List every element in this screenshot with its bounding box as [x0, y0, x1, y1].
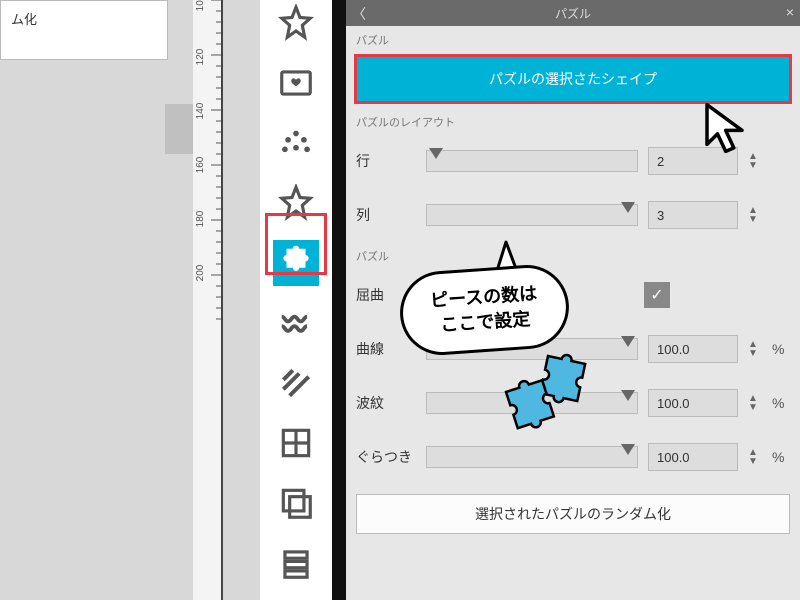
curve-spinner[interactable]: ▲▼ [748, 340, 762, 358]
curve-unit: % [772, 341, 790, 357]
wobble-slider[interactable] [426, 446, 638, 468]
ripple-row: 波紋 100.0 ▲▼ % [346, 376, 800, 430]
vertical-ruler: 100 120 140 160 180 200 [193, 0, 223, 600]
randomize-button-label: 選択されたパズルのランダム化 [475, 504, 671, 524]
cols-slider[interactable] [426, 204, 638, 226]
rows-spinner[interactable]: ▲▼ [748, 152, 762, 170]
ruler-mark: 120 [195, 42, 206, 72]
tool-grid[interactable] [273, 420, 319, 466]
floating-panel-text: ム化 [11, 12, 37, 27]
tool-layers[interactable] [273, 480, 319, 526]
tool-star-outline[interactable] [273, 180, 319, 226]
wobble-label: ぐらつき [356, 447, 416, 467]
select-shape-button[interactable]: パズルの選択さたシェイプ [356, 56, 790, 102]
curve-row: 曲線 100.0 ▲▼ % [346, 322, 800, 376]
rows-label: 行 [356, 151, 416, 171]
photo-heart-icon [277, 64, 315, 102]
puzzle-panel: 〈 パズル × パズル パズルの選択さたシェイプ パズルのレイアウト 行 2 ▲… [346, 0, 800, 600]
randomize-button[interactable]: 選択されたパズルのランダム化 [356, 494, 790, 534]
tool-dots-scatter[interactable] [273, 120, 319, 166]
curve-slider[interactable] [426, 338, 638, 360]
tool-stack[interactable] [273, 540, 319, 586]
ripple-spinner[interactable]: ▲▼ [748, 394, 762, 412]
ruler-mark: 200 [195, 258, 206, 288]
ripple-label: 波紋 [356, 393, 416, 413]
section-shape-label: パズル [346, 26, 800, 52]
section-piece-label: パズル [346, 242, 800, 268]
select-shape-button-label: パズルの選択さたシェイプ [489, 69, 657, 89]
wobble-unit: % [772, 449, 790, 465]
dots-scatter-icon [277, 124, 315, 162]
cols-label: 列 [356, 205, 416, 225]
tool-puzzle[interactable] [273, 240, 319, 286]
tool-toolbar [260, 0, 332, 600]
wobble-spinner[interactable]: ▲▼ [748, 448, 762, 466]
ripple-unit: % [772, 395, 790, 411]
cols-row: 列 3 ▲▼ [346, 188, 800, 242]
rows-value[interactable]: 2 [648, 147, 738, 175]
hatch-icon [277, 364, 315, 402]
rows-row: 行 2 ▲▼ [346, 134, 800, 188]
curve-value[interactable]: 100.0 [648, 335, 738, 363]
grid-icon [277, 424, 315, 462]
stack-icon [277, 544, 315, 582]
ruler-mark: 140 [195, 96, 206, 126]
canvas-area [0, 0, 220, 600]
panel-title: パズル [555, 5, 591, 22]
wobble-row: ぐらつき 100.0 ▲▼ % [346, 430, 800, 484]
cols-spinner[interactable]: ▲▼ [748, 206, 762, 224]
bend-label: 屈曲 [356, 285, 416, 305]
puzzle-icon [277, 244, 315, 282]
rows-slider[interactable] [426, 150, 638, 172]
tool-wave[interactable] [273, 300, 319, 346]
wobble-value[interactable]: 100.0 [648, 443, 738, 471]
section-layout-label: パズルのレイアウト [346, 108, 800, 134]
ripple-slider[interactable] [426, 392, 638, 414]
collapse-icon[interactable]: 〈 [352, 4, 366, 24]
ripple-value[interactable]: 100.0 [648, 389, 738, 417]
bend-checkbox[interactable]: ✓ [644, 282, 670, 308]
ruler-mark: 100 [195, 0, 206, 18]
floating-panel: ム化 [0, 0, 168, 60]
panel-header: 〈 パズル × [346, 0, 800, 26]
layers-icon [277, 484, 315, 522]
tool-photo-heart[interactable] [273, 60, 319, 106]
ruler-mark: 180 [195, 204, 206, 234]
star-filled-icon [277, 4, 315, 42]
tool-star-filled[interactable] [273, 0, 319, 46]
cols-value[interactable]: 3 [648, 201, 738, 229]
canvas-shadow [165, 104, 193, 154]
close-icon[interactable]: × [786, 4, 794, 20]
tool-hatch[interactable] [273, 360, 319, 406]
star-outline-icon [277, 184, 315, 222]
wave-icon [277, 304, 315, 342]
panel-divider [332, 0, 346, 600]
bend-row: 屈曲 ✓ [346, 268, 800, 322]
ruler-mark: 160 [195, 150, 206, 180]
curve-label: 曲線 [356, 339, 416, 359]
ruler-ticks [211, 0, 221, 600]
